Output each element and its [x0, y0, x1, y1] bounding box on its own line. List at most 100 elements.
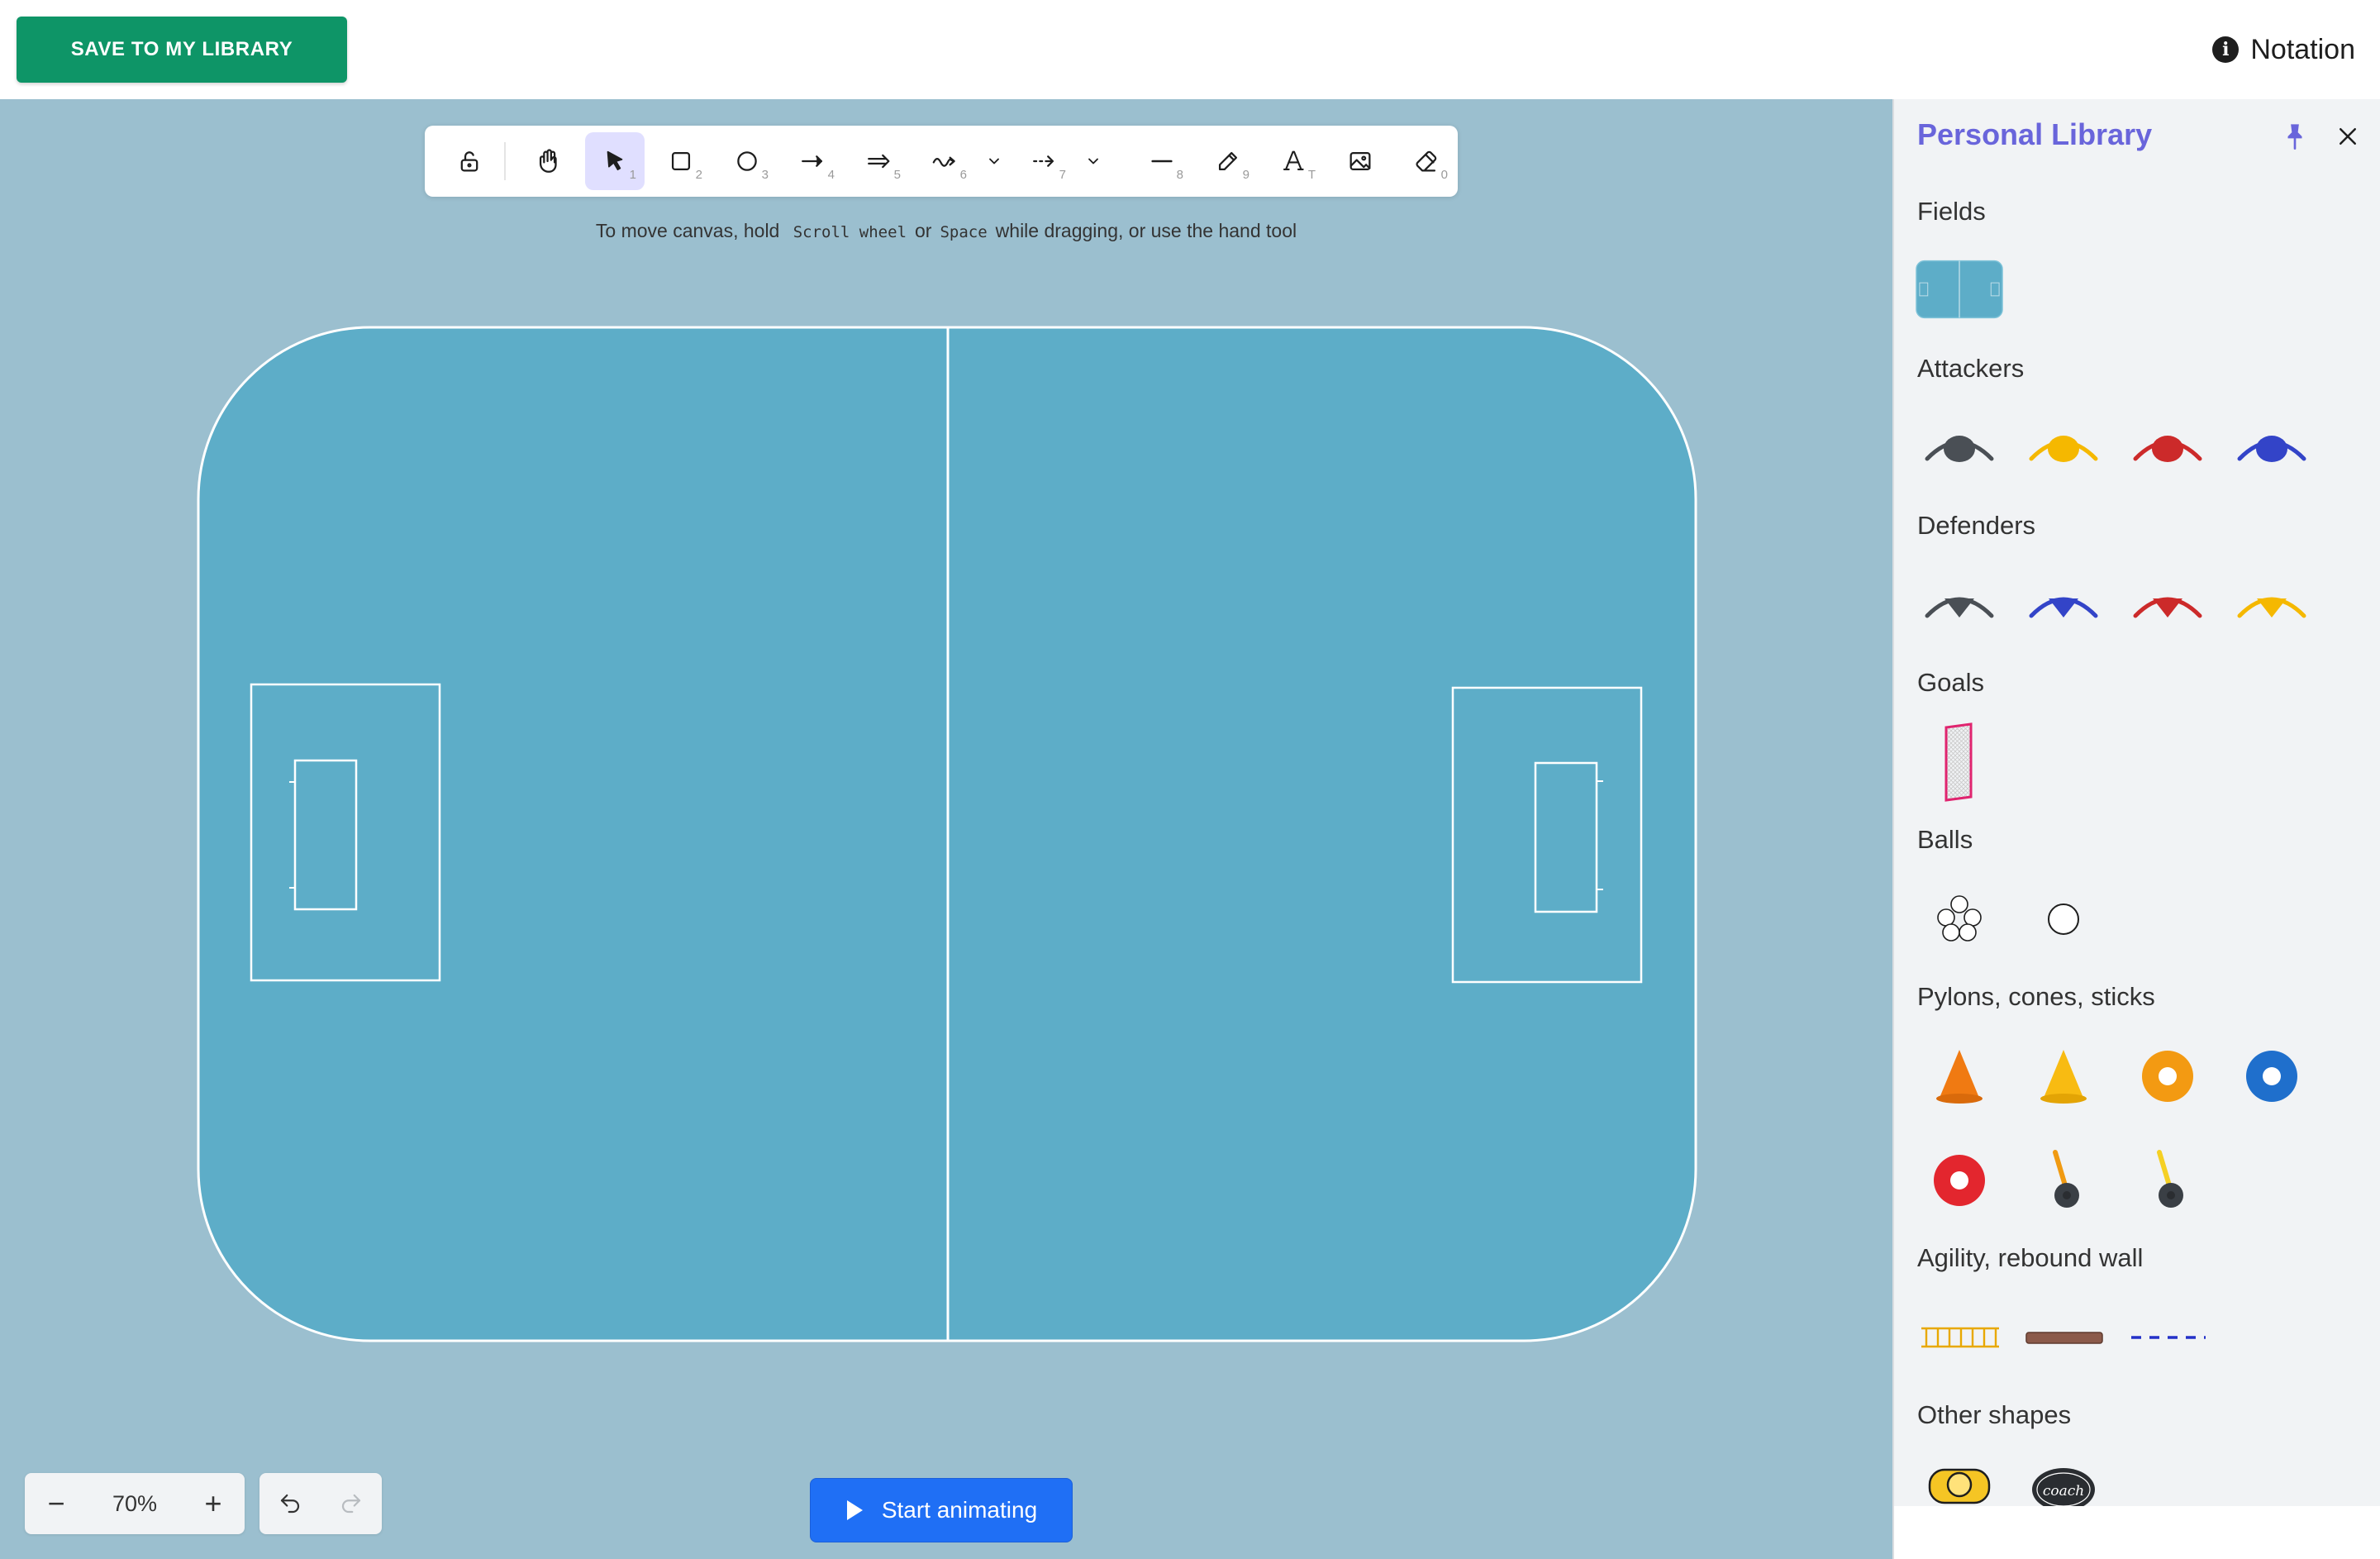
- selection-tool[interactable]: 1: [585, 132, 645, 190]
- text-key: T: [1307, 168, 1316, 182]
- wavy-arrow-tool[interactable]: 6: [916, 132, 975, 190]
- double-arrow-tool[interactable]: 5: [850, 132, 909, 190]
- rebound-wall[interactable]: [2020, 1304, 2109, 1371]
- zoom-out-button[interactable]: −: [25, 1473, 88, 1534]
- ellipse-icon: [737, 151, 757, 171]
- pylon-yellow[interactable]: [2020, 1043, 2107, 1109]
- ellipse-key: 3: [761, 168, 769, 182]
- attacker-red[interactable]: [2124, 413, 2211, 479]
- line-key: 8: [1176, 168, 1183, 182]
- rectangle-key: 2: [695, 168, 702, 182]
- flat-cone-blue[interactable]: [2228, 1043, 2316, 1109]
- attacker-player-icon: [1925, 436, 1994, 462]
- library-footer: [1892, 1506, 2380, 1559]
- zoom-in-button[interactable]: +: [182, 1473, 245, 1534]
- hint-middle: or: [915, 220, 932, 241]
- close-icon[interactable]: [2335, 124, 2360, 149]
- toolbar-divider: [504, 142, 506, 180]
- attacker-player-icon: [2133, 436, 2202, 462]
- flat-cone-icon: [1934, 1155, 1985, 1206]
- rectangle-tool[interactable]: 2: [651, 132, 711, 190]
- zoom-controls: − 70% +: [25, 1473, 245, 1534]
- attacker-player-icon: [2029, 436, 2098, 462]
- ball-icon: [2048, 903, 2079, 935]
- stick-orange[interactable]: [2020, 1147, 2107, 1213]
- defender-gray[interactable]: [1916, 570, 2003, 636]
- notation-button[interactable]: i Notation: [2212, 28, 2355, 71]
- flat-cone-icon: [2246, 1051, 2297, 1102]
- dashed-arrow-dropdown[interactable]: [1081, 132, 1106, 190]
- defender-yellow[interactable]: [2228, 570, 2316, 636]
- redo-button[interactable]: [321, 1473, 382, 1534]
- zoom-level[interactable]: 70%: [88, 1491, 182, 1517]
- section-goals: Goals: [1917, 668, 1984, 697]
- balls-group-item[interactable]: [1916, 886, 2003, 952]
- defender-player-icon: [2133, 597, 2202, 618]
- section-pylons: Pylons, cones, sticks: [1917, 982, 2155, 1011]
- start-animating-button[interactable]: Start animating: [810, 1478, 1073, 1542]
- defender-player-icon: [2029, 597, 2098, 618]
- goal-item[interactable]: [1916, 722, 2003, 802]
- wavy-arrow-dropdown[interactable]: [982, 132, 1007, 190]
- text-tool[interactable]: T: [1264, 132, 1324, 190]
- draw-tool[interactable]: 9: [1198, 132, 1258, 190]
- arrow-tool[interactable]: 4: [783, 132, 843, 190]
- pylon-orange[interactable]: [1916, 1043, 2003, 1109]
- canvas-hint: To move canvas, hold Scroll wheel or Space…: [0, 220, 1892, 242]
- hockey-field[interactable]: [197, 326, 1697, 1342]
- ellipse-tool[interactable]: 3: [717, 132, 777, 190]
- image-tool[interactable]: [1330, 132, 1390, 190]
- whistle-item[interactable]: [1916, 1465, 2003, 1506]
- defender-blue[interactable]: [2020, 570, 2107, 636]
- line-tool[interactable]: 8: [1132, 132, 1192, 190]
- flat-cone-orange[interactable]: [2124, 1043, 2211, 1109]
- section-agility: Agility, rebound wall: [1917, 1243, 2144, 1272]
- arrow-icon: [802, 155, 823, 167]
- ball-item[interactable]: [2020, 886, 2107, 952]
- lock-tool[interactable]: [440, 132, 499, 190]
- eraser-tool[interactable]: 0: [1397, 132, 1456, 190]
- line-icon: [1151, 160, 1173, 163]
- save-to-library-button[interactable]: SAVE TO MY LIBRARY: [17, 17, 347, 83]
- flat-cone-red[interactable]: [1916, 1147, 2003, 1213]
- pin-icon[interactable]: [2282, 122, 2307, 150]
- image-icon: [1349, 151, 1371, 171]
- redo-icon: [341, 1494, 361, 1514]
- wavy-arrow-key: 6: [959, 168, 967, 182]
- attacker-gray[interactable]: [1916, 413, 2003, 479]
- dashed-arrow-key: 7: [1059, 168, 1066, 182]
- ladder-icon: [1921, 1327, 1999, 1348]
- start-animating-label: Start animating: [881, 1497, 1038, 1523]
- defender-player-icon: [1925, 597, 1994, 618]
- text-icon: [1283, 150, 1304, 170]
- section-balls: Balls: [1917, 825, 1973, 854]
- hint-key-space: Space: [940, 223, 988, 241]
- flat-cone-icon: [2142, 1051, 2193, 1102]
- library-title: Personal Library: [1917, 117, 2153, 151]
- eraser-icon: [1416, 150, 1437, 172]
- coach-item[interactable]: coach: [2020, 1465, 2107, 1506]
- undo-icon: [280, 1494, 300, 1514]
- section-attackers: Attackers: [1917, 354, 2025, 383]
- hand-icon: [539, 149, 557, 173]
- chevron-down-icon: [989, 158, 999, 164]
- attacker-blue[interactable]: [2228, 413, 2316, 479]
- dashed-arrow-icon: [1033, 155, 1054, 167]
- undo-button[interactable]: [259, 1473, 321, 1534]
- section-fields: Fields: [1917, 197, 1986, 226]
- defender-red[interactable]: [2124, 570, 2211, 636]
- dashed-arrow-tool[interactable]: 7: [1015, 132, 1074, 190]
- agility-ladder[interactable]: [1916, 1304, 2005, 1371]
- section-defenders: Defenders: [1917, 511, 2036, 540]
- attacker-yellow[interactable]: [2020, 413, 2107, 479]
- stick-yellow[interactable]: [2124, 1147, 2211, 1213]
- defender-player-icon: [2237, 597, 2306, 618]
- play-icon: [846, 1500, 863, 1520]
- stick-icon: [2157, 1150, 2183, 1208]
- whistle-icon: [1928, 1468, 1991, 1504]
- field-item[interactable]: [1916, 256, 2003, 322]
- dashed-line-item[interactable]: [2124, 1304, 2213, 1371]
- hint-suffix: while dragging, or use the hand tool: [995, 220, 1297, 241]
- hand-tool[interactable]: [519, 132, 578, 190]
- balls-group-icon: [1937, 895, 1982, 942]
